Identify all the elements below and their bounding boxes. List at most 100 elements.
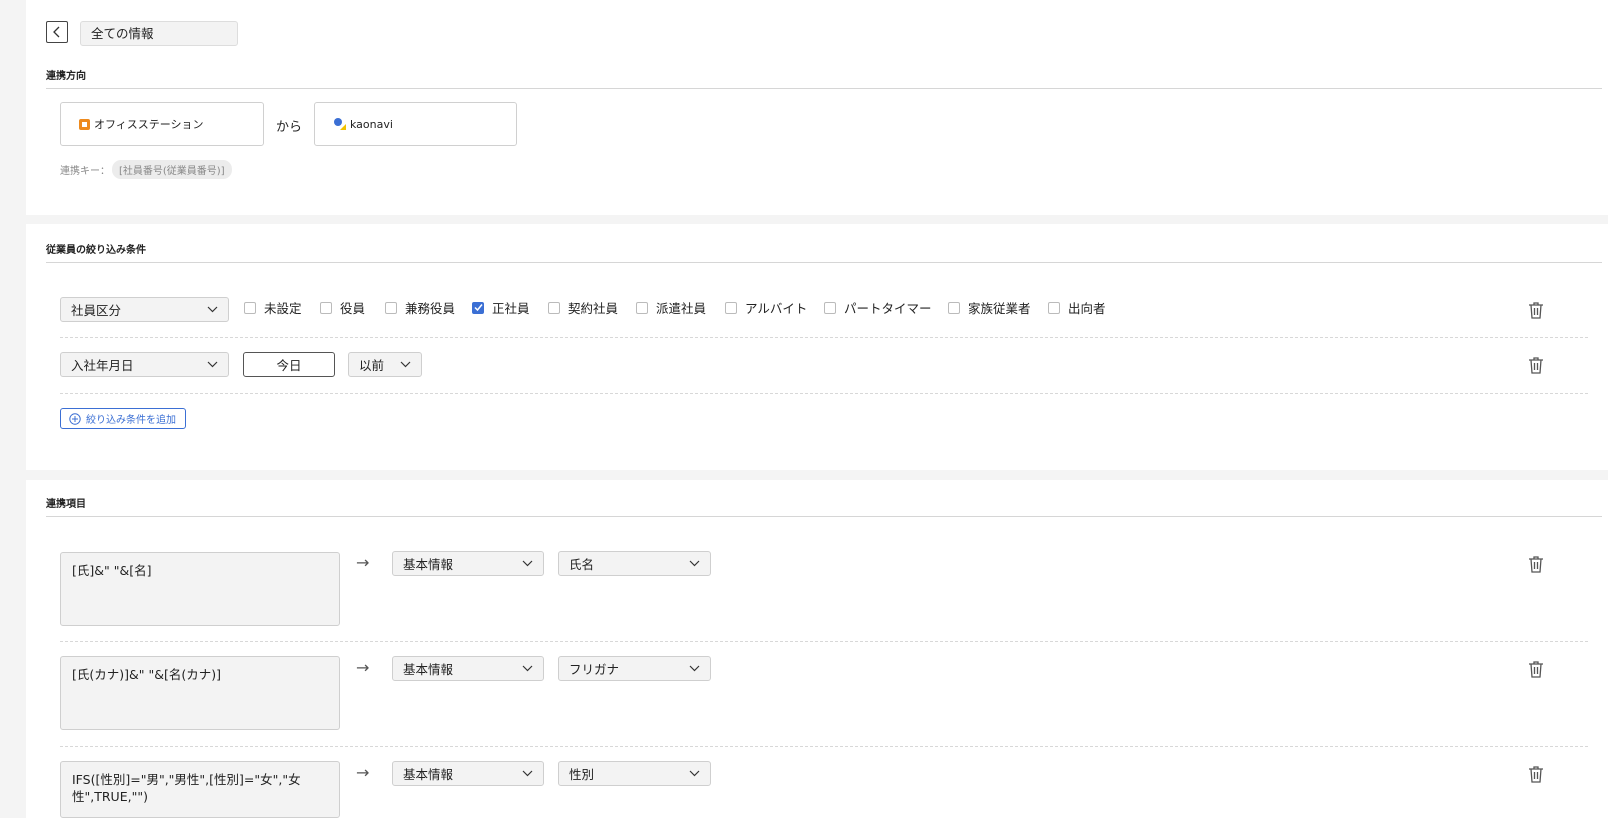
checkbox-label: 未設定 <box>264 301 302 316</box>
chevron-down-icon <box>689 665 700 672</box>
checkbox-option[interactable]: 家族従業者 <box>948 298 1031 317</box>
divider <box>46 516 1602 517</box>
trash-icon[interactable] <box>1526 659 1546 679</box>
select-value: 入社年月日 <box>71 358 134 373</box>
select-value: 社員区分 <box>71 303 122 318</box>
checkbox-option[interactable]: パートタイマー <box>824 298 932 317</box>
target-system-name: kaonavi <box>350 117 393 131</box>
arrow-right-icon: → <box>356 553 370 572</box>
chevron-down-icon <box>689 560 700 567</box>
checkbox-box[interactable] <box>244 301 256 314</box>
filter-field-select-2[interactable]: 入社年月日 <box>60 352 229 377</box>
checkbox-label: 契約社員 <box>568 301 619 316</box>
trash-icon[interactable] <box>1526 355 1546 375</box>
chevron-down-icon <box>522 665 533 672</box>
plus-circle-icon <box>69 412 81 425</box>
checkbox-box[interactable] <box>824 301 836 314</box>
breadcrumb[interactable]: 全ての情報 <box>80 21 238 46</box>
mapping-title: 連携項目 <box>46 499 86 510</box>
category-select[interactable]: 基本情報 <box>392 761 544 786</box>
row-divider <box>60 393 1588 394</box>
chevron-down-icon <box>207 361 218 368</box>
trash-icon[interactable] <box>1526 554 1546 574</box>
link-key-chip: [社員番号(従業員番号)] <box>112 160 232 179</box>
office-station-logo-icon <box>79 118 90 130</box>
checkbox-box[interactable] <box>948 301 960 314</box>
checkbox-box[interactable] <box>320 301 332 314</box>
date-input[interactable]: 今日 <box>243 352 335 377</box>
back-button[interactable] <box>46 21 68 43</box>
direction-card: 全ての情報 連携方向 オフィスステーション から kaonavi 連携キー： [… <box>26 0 1608 215</box>
arrow-right-icon: → <box>356 658 370 677</box>
mapping-card: 連携項目 [氏]&" "&[名] → 基本情報 氏名 [氏(カナ)]&" "&[… <box>26 480 1608 818</box>
source-system-box[interactable]: オフィスステーション <box>60 102 264 146</box>
select-value: 氏名 <box>569 557 595 572</box>
checkbox-option[interactable]: アルバイト <box>725 298 807 317</box>
trash-icon[interactable] <box>1526 764 1546 784</box>
left-strip <box>0 0 26 818</box>
row-divider <box>60 337 1588 338</box>
divider <box>46 88 1602 89</box>
select-value: 性別 <box>569 767 595 782</box>
add-filter-label: 絞り込み条件を追加 <box>86 415 176 426</box>
item-select[interactable]: フリガナ <box>558 656 711 681</box>
divider <box>46 262 1602 263</box>
select-value: フリガナ <box>569 662 620 677</box>
checkbox-box[interactable] <box>1048 301 1060 314</box>
filter-card: 従業員の絞り込み条件 社員区分 未設定 役員 兼務役員 正社員 契約社員 派遣社… <box>26 224 1608 470</box>
item-select[interactable]: 氏名 <box>558 551 711 576</box>
kaonavi-logo-icon <box>334 118 346 130</box>
checkbox-option[interactable]: 正社員 <box>472 298 530 317</box>
checkbox-box[interactable] <box>548 301 560 314</box>
checkbox-label: 役員 <box>340 301 366 316</box>
comparator-select[interactable]: 以前 <box>348 352 422 377</box>
chevron-down-icon <box>207 306 218 313</box>
checkbox-box[interactable] <box>636 301 648 314</box>
chevron-down-icon <box>400 361 411 368</box>
arrow-right-icon: → <box>356 763 370 782</box>
checkbox-label: 正社員 <box>492 301 530 316</box>
resize-handle-icon[interactable] <box>320 616 335 624</box>
link-key-row: 連携キー： [社員番号(従業員番号)] <box>60 160 232 179</box>
checkbox-label: 家族従業者 <box>968 301 1031 316</box>
select-value: 基本情報 <box>403 662 454 677</box>
add-filter-button[interactable]: 絞り込み条件を追加 <box>60 408 186 429</box>
checkbox-label: 出向者 <box>1068 301 1106 316</box>
checkbox-label: 派遣社員 <box>656 301 707 316</box>
chevron-down-icon <box>689 770 700 777</box>
category-select[interactable]: 基本情報 <box>392 656 544 681</box>
checkbox-option[interactable]: 契約社員 <box>548 298 618 317</box>
formula-textarea[interactable]: IFS([性別]="男","男性",[性別]="女","女性",TRUE,"") <box>60 761 340 818</box>
formula-textarea[interactable]: [氏(カナ)]&" "&[名(カナ)] <box>60 656 340 730</box>
direction-connector: から <box>276 120 303 135</box>
target-system-box[interactable]: kaonavi <box>314 102 517 146</box>
filter-title: 従業員の絞り込み条件 <box>46 245 146 256</box>
link-key-label: 連携キー： <box>60 166 110 177</box>
formula-textarea[interactable]: [氏]&" "&[名] <box>60 552 340 626</box>
category-select[interactable]: 基本情報 <box>392 551 544 576</box>
source-system-name: オフィスステーション <box>94 118 204 131</box>
row-divider <box>60 641 1588 642</box>
checkbox-box[interactable] <box>385 301 397 314</box>
checkbox-option[interactable]: 役員 <box>320 298 365 317</box>
chevron-down-icon <box>522 560 533 567</box>
select-value: 以前 <box>359 358 385 373</box>
checkbox-label: アルバイト <box>745 301 808 316</box>
item-select[interactable]: 性別 <box>558 761 711 786</box>
checkbox-option[interactable]: 出向者 <box>1048 298 1106 317</box>
filter-field-select-1[interactable]: 社員区分 <box>60 297 229 322</box>
trash-icon[interactable] <box>1526 300 1546 320</box>
select-value: 基本情報 <box>403 557 454 572</box>
checkbox-option[interactable]: 未設定 <box>244 298 302 317</box>
select-value: 基本情報 <box>403 767 454 782</box>
check-icon <box>473 304 483 312</box>
checkbox-option[interactable]: 派遣社員 <box>636 298 706 317</box>
row-divider <box>60 746 1588 747</box>
checkbox-box[interactable] <box>725 301 737 314</box>
checkbox-label: パートタイマー <box>844 301 932 316</box>
checkbox-box-checked[interactable] <box>472 301 484 314</box>
chevron-left-icon <box>53 26 60 38</box>
checkbox-label: 兼務役員 <box>405 301 456 316</box>
chevron-down-icon <box>522 770 533 777</box>
checkbox-option[interactable]: 兼務役員 <box>385 298 455 317</box>
